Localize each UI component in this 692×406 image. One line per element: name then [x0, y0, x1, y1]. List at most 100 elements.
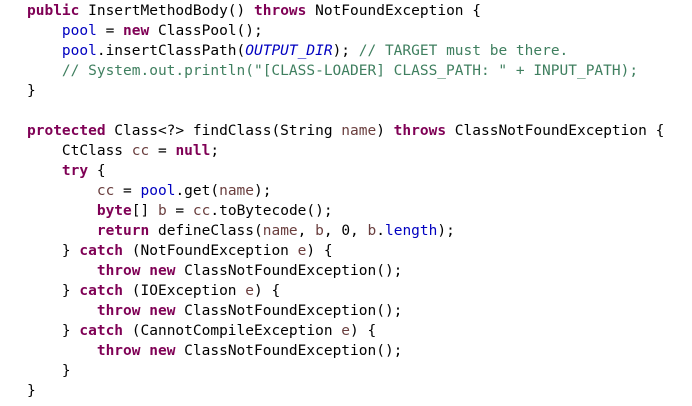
field-token: length [384, 223, 438, 239]
keyword-token: protected [27, 123, 106, 139]
code-line[interactable]: protected Class<?> findClass(String name… [0, 121, 692, 141]
code-line[interactable]: } [0, 81, 692, 101]
keyword-token: null [175, 143, 211, 159]
code-token: CtClass [27, 143, 132, 159]
code-token: ClassNotFoundException(); [175, 263, 403, 279]
code-token: } [27, 83, 36, 99]
code-editor[interactable]: public InsertMethodBody() throws NotFoun… [0, 0, 692, 406]
variable-token: cc [96, 183, 115, 199]
code-token: . [376, 223, 385, 239]
code-token: ) { [306, 243, 333, 259]
code-line[interactable]: } catch (NotFoundException e) { [0, 241, 692, 261]
variable-token: cc [192, 203, 211, 219]
keyword-token: catch [79, 283, 124, 299]
keyword-token: return [96, 223, 150, 239]
code-line[interactable]: return defineClass(name, b, 0, b.length)… [0, 221, 692, 241]
code-token: NotFoundException { [306, 3, 481, 19]
variable-token: name [219, 183, 255, 199]
code-line[interactable]: CtClass cc = null; [0, 141, 692, 161]
code-line[interactable]: try { [0, 161, 692, 181]
keyword-token: new [149, 343, 176, 359]
variable-token: e [341, 323, 351, 339]
keyword-token: throws [254, 3, 307, 19]
code-line[interactable] [0, 101, 692, 121]
code-token: = [166, 203, 193, 219]
code-token: .toBytecode(); [210, 203, 333, 219]
code-token: ) { [254, 283, 281, 299]
code-line[interactable]: throw new ClassNotFoundException(); [0, 301, 692, 321]
keyword-token: throw [96, 303, 141, 319]
code-token: defineClass( [149, 223, 263, 239]
variable-token: b [157, 203, 167, 219]
code-token: } [27, 243, 80, 259]
code-token: ClassNotFoundException { [446, 123, 665, 139]
code-token: } [27, 363, 71, 379]
keyword-token: new [123, 23, 150, 39]
variable-token: b [367, 223, 377, 239]
code-token: { [88, 163, 106, 179]
code-line[interactable]: } catch (IOException e) { [0, 281, 692, 301]
code-token: ; [210, 143, 220, 159]
code-token: = [114, 183, 141, 199]
code-token: ); [332, 43, 359, 59]
keyword-token: new [149, 263, 176, 279]
code-line[interactable]: pool = new ClassPool(); [0, 21, 692, 41]
keyword-token: new [149, 303, 176, 319]
code-token: .insertClassPath( [96, 43, 246, 59]
keyword-token: catch [79, 323, 124, 339]
variable-token: name [341, 123, 377, 139]
keyword-token: byte [96, 203, 132, 219]
code-token: (IOException [123, 283, 246, 299]
code-token: ); [437, 223, 455, 239]
code-token: } [27, 283, 80, 299]
code-token: [] [131, 203, 158, 219]
code-line[interactable]: } catch (CannotCompileException e) { [0, 321, 692, 341]
code-token: ) { [350, 323, 377, 339]
code-token: InsertMethodBody() [79, 3, 254, 19]
variable-token: cc [131, 143, 150, 159]
variable-token: e [245, 283, 254, 299]
code-line[interactable]: pool.insertClassPath(OUTPUT_DIR); // TAR… [0, 41, 692, 61]
keyword-token: throws [393, 123, 447, 139]
field-token: pool [61, 43, 97, 59]
code-token: ); [254, 183, 272, 199]
keyword-token: public [27, 3, 80, 19]
code-line[interactable]: public InsertMethodBody() throws NotFoun… [0, 1, 692, 21]
variable-token: b [315, 223, 324, 239]
code-token: = [96, 23, 124, 39]
comment-token: // System.out.println("[CLASS-LOADER] CL… [61, 63, 639, 79]
keyword-token: throw [96, 343, 141, 359]
code-line[interactable]: byte[] b = cc.toBytecode(); [0, 201, 692, 221]
code-token: (NotFoundException [123, 243, 298, 259]
code-line[interactable]: throw new ClassNotFoundException(); [0, 341, 692, 361]
code-token: ) [376, 123, 394, 139]
code-token: , 0, [323, 223, 368, 239]
code-line[interactable]: } [0, 381, 692, 401]
code-line[interactable]: } [0, 361, 692, 381]
code-line[interactable]: throw new ClassNotFoundException(); [0, 261, 692, 281]
code-token: ClassNotFoundException(); [175, 303, 403, 319]
code-token: } [27, 323, 80, 339]
code-token: (CannotCompileException [123, 323, 342, 339]
variable-token: name [262, 223, 298, 239]
keyword-token: try [61, 163, 89, 179]
code-line[interactable]: // System.out.println("[CLASS-LOADER] CL… [0, 61, 692, 81]
code-token: , [297, 223, 316, 239]
code-token: ClassPool(); [149, 23, 263, 39]
keyword-token: throw [96, 263, 141, 279]
code-line[interactable]: cc = pool.get(name); [0, 181, 692, 201]
code-token: .get( [175, 183, 220, 199]
keyword-token: catch [79, 243, 124, 259]
field-token: pool [61, 23, 97, 39]
